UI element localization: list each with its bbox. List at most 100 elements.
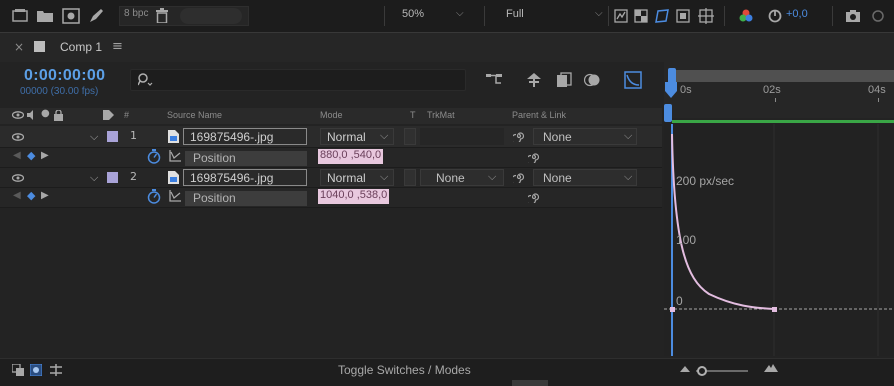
trkmat-chevron-down-icon[interactable]: ⌵ [488, 170, 496, 184]
bit-depth-label[interactable]: 8 bpc [124, 8, 148, 19]
zoom-slider-thumb[interactable] [697, 366, 707, 376]
property-name-position[interactable]: Position [185, 151, 307, 166]
parent-chevron-down-icon[interactable]: ⌵ [624, 170, 632, 184]
ruler-tick-mark [775, 98, 776, 102]
prev-keyframe-icon[interactable]: ◀ [13, 190, 21, 201]
exposure-value[interactable]: +0,0 [786, 8, 808, 20]
work-area-start-handle[interactable] [664, 104, 672, 122]
footage-icon[interactable] [62, 8, 80, 24]
preview-slider-track[interactable] [180, 8, 242, 24]
time-navigator-bar[interactable] [668, 70, 894, 82]
layer-visibility-eye-icon[interactable] [12, 133, 24, 141]
current-time-indicator-icon[interactable] [665, 82, 677, 98]
channel-rgb-icon[interactable] [739, 9, 753, 23]
composition-icon[interactable] [12, 9, 28, 23]
layer-source-name[interactable]: 169875496-.jpg [183, 128, 307, 145]
zoom-chevron-down-icon[interactable]: ⌵ [456, 8, 464, 19]
layer-search-input[interactable] [130, 69, 466, 91]
reset-exposure-icon[interactable] [768, 9, 782, 23]
footage-file-icon [168, 130, 179, 143]
layer-label-color[interactable] [107, 131, 118, 142]
layer-visibility-eye-icon[interactable] [12, 174, 24, 182]
prev-keyframe-icon[interactable]: ◀ [13, 150, 21, 161]
stopwatch-icon[interactable] [147, 149, 161, 164]
frame-blending-icon[interactable] [556, 72, 572, 88]
frame-rate-display: 00000 (30.00 fps) [20, 86, 99, 97]
comp-tab-title[interactable]: Comp 1 [60, 40, 102, 54]
layer-label-color[interactable] [107, 172, 118, 183]
resolution-chevron-down-icon[interactable]: ⌵ [595, 8, 603, 19]
pick-whip-spiral-icon[interactable] [513, 130, 525, 142]
hash-column-header: # [124, 110, 130, 120]
show-snapshot-icon[interactable] [870, 9, 886, 23]
transfer-controls-toggle-icon[interactable] [30, 364, 42, 376]
add-keyframe-diamond-icon[interactable]: ◆ [27, 189, 35, 202]
timeline-panel-header [0, 32, 894, 62]
motion-blur-icon[interactable] [584, 72, 600, 88]
viewer-toolbar: 8 bpc 50% ⌵ Full ⌵ +0,0 [0, 0, 894, 32]
expand-chevron-down-icon[interactable]: ⌵ [90, 171, 98, 185]
resolution-value[interactable]: Full [506, 8, 524, 20]
mask-visibility-icon[interactable] [654, 8, 670, 24]
add-keyframe-diamond-icon[interactable]: ◆ [27, 149, 35, 162]
panel-menu-icon[interactable]: ≡ [112, 39, 123, 54]
search-icon[interactable] [138, 73, 154, 87]
trash-icon[interactable] [156, 8, 168, 23]
camera-icon[interactable] [845, 9, 861, 23]
parent-chevron-down-icon[interactable]: ⌵ [624, 129, 632, 143]
work-area-bar[interactable] [672, 120, 894, 123]
zoom-out-mountain-icon[interactable] [680, 366, 690, 372]
mode-chevron-down-icon[interactable]: ⌵ [380, 170, 388, 184]
label-tag-icon[interactable] [103, 110, 114, 120]
toggle-switches-modes-button[interactable]: Toggle Switches / Modes [338, 363, 471, 377]
ruler-tick-label: 02s [763, 84, 781, 96]
property-name-position[interactable]: Position [185, 191, 307, 206]
expression-spiral-icon[interactable] [528, 191, 540, 203]
ruler-tick-mark [878, 98, 879, 102]
video-eye-icon[interactable] [12, 111, 24, 119]
pick-whip-spiral-icon[interactable] [513, 171, 525, 183]
mode-chevron-down-icon[interactable]: ⌵ [380, 129, 388, 143]
folder-icon[interactable] [37, 10, 53, 22]
preserve-transparency-toggle[interactable] [404, 169, 416, 186]
trkmat-column-header: TrkMat [427, 110, 455, 120]
graph-editor-icon[interactable] [624, 71, 642, 89]
next-keyframe-icon[interactable]: ▶ [41, 150, 49, 161]
parent-value[interactable]: None [543, 171, 572, 185]
preserve-transparency-toggle[interactable] [404, 128, 416, 145]
zoom-in-mountain-icon[interactable] [764, 364, 778, 372]
stopwatch-icon[interactable] [147, 189, 161, 204]
expand-chevron-down-icon[interactable]: ⌵ [90, 130, 98, 144]
pen-icon[interactable] [88, 8, 104, 24]
layer-list-empty-area[interactable] [0, 208, 662, 358]
horizontal-scrollbar[interactable] [512, 380, 548, 386]
audio-speaker-icon[interactable] [26, 110, 38, 120]
parent-value[interactable]: None [543, 130, 572, 144]
trkmat-value[interactable]: None [436, 171, 465, 185]
speed-graph[interactable] [664, 124, 894, 356]
draft-3d-icon[interactable] [526, 72, 542, 88]
transparency-grid-icon[interactable] [634, 9, 648, 23]
position-value[interactable]: 1040,0 ,538,0 [318, 189, 390, 204]
position-value[interactable]: 880,0 ,540,0 [318, 149, 384, 164]
grid-guides-icon[interactable] [698, 8, 714, 24]
zoom-level[interactable]: 50% [402, 8, 424, 20]
layer-number: 2 [130, 170, 137, 183]
composition-flowchart-icon[interactable] [486, 73, 504, 87]
next-keyframe-icon[interactable]: ▶ [41, 190, 49, 201]
graph-toggle-icon[interactable] [169, 150, 181, 162]
layer-source-name[interactable]: 169875496-.jpg [183, 169, 307, 186]
solo-dot-icon[interactable]: ● [41, 108, 50, 119]
ruler-tick-label: 0s [680, 84, 692, 96]
current-time-display[interactable]: 0:00:00:00 [24, 67, 105, 85]
source-name-column-header[interactable]: Source Name [167, 110, 222, 120]
in-out-duration-toggle-icon[interactable] [50, 364, 62, 376]
close-tab-icon[interactable]: × [14, 40, 24, 54]
layer-switches-toggle-icon[interactable] [12, 364, 24, 376]
region-of-interest-icon[interactable] [676, 9, 690, 23]
lock-icon[interactable] [54, 110, 63, 121]
footage-file-icon [168, 171, 179, 184]
expression-spiral-icon[interactable] [528, 151, 540, 163]
graph-toggle-icon[interactable] [169, 190, 181, 202]
fast-previews-icon[interactable] [614, 9, 628, 23]
